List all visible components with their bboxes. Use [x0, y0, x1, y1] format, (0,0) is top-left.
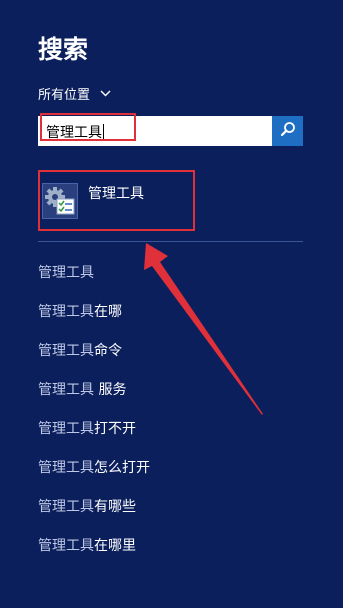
- suggestion-item[interactable]: 管理工具怎么打开: [38, 457, 150, 496]
- scope-label: 所有位置: [38, 88, 91, 103]
- suggestion-list: 管理工具 管理工具在哪 管理工具命令 管理工具 服务 管理工具打不开 管理工具怎…: [38, 262, 150, 574]
- divider: [38, 241, 303, 242]
- annotation-highlight-search: [40, 113, 136, 141]
- suggestion-item[interactable]: 管理工具: [38, 262, 150, 301]
- annotation-highlight-result: [38, 170, 195, 231]
- suggestion-item[interactable]: 管理工具有哪些: [38, 496, 150, 535]
- chevron-down-icon: [100, 86, 111, 101]
- page-title: 搜索: [38, 35, 89, 64]
- suggestion-item[interactable]: 管理工具 服务: [38, 379, 150, 418]
- scope-dropdown[interactable]: 所有位置: [38, 84, 111, 103]
- search-button[interactable]: [272, 116, 303, 146]
- suggestion-item[interactable]: 管理工具在哪: [38, 301, 150, 340]
- suggestion-item[interactable]: 管理工具命令: [38, 340, 150, 379]
- search-icon: [280, 121, 296, 141]
- suggestion-item[interactable]: 管理工具打不开: [38, 418, 150, 457]
- suggestion-item[interactable]: 管理工具在哪里: [38, 535, 150, 574]
